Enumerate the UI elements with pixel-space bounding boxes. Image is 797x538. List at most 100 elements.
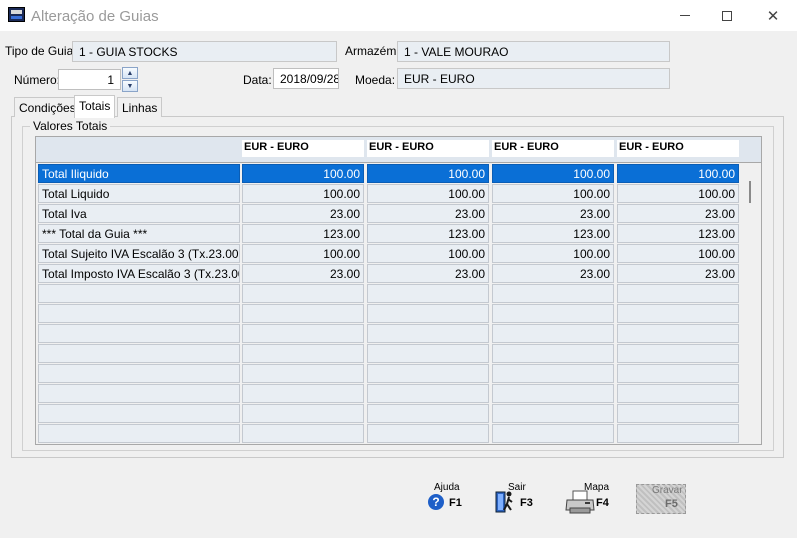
value-cell[interactable] (492, 284, 614, 303)
value-cell[interactable] (367, 324, 489, 343)
value-cell[interactable]: 123.00 (242, 224, 364, 243)
row-label-cell[interactable]: Total Iliquido (38, 164, 240, 183)
minimize-button[interactable] (662, 0, 708, 31)
value-cell[interactable] (242, 364, 364, 383)
tab-linhas[interactable]: Linhas (117, 97, 163, 117)
value-cell[interactable] (492, 364, 614, 383)
tipo-guia-field[interactable]: 1 - GUIA STOCKS (72, 41, 337, 62)
row-label-cell[interactable] (38, 344, 240, 363)
value-cell[interactable]: 23.00 (367, 204, 489, 223)
value-cell[interactable] (617, 384, 739, 403)
value-cell[interactable]: 23.00 (617, 264, 739, 283)
value-cell[interactable] (242, 404, 364, 423)
row-label-cell[interactable] (38, 364, 240, 383)
value-cell[interactable]: 23.00 (242, 264, 364, 283)
row-label-cell[interactable] (38, 424, 240, 443)
value-cell[interactable] (617, 284, 739, 303)
value-cell[interactable] (492, 304, 614, 323)
close-button[interactable]: ✕ (750, 0, 796, 31)
table-row[interactable]: Total Imposto IVA Escalão 3 (Tx.23.00%) 2… (36, 264, 761, 284)
empty-table-row[interactable] (36, 324, 761, 344)
tab-totais[interactable]: Totais (74, 95, 116, 118)
numero-stepper[interactable]: ▲ ▼ (122, 67, 138, 92)
scrollbar-thumb[interactable] (749, 181, 751, 203)
value-cell[interactable] (492, 344, 614, 363)
value-cell[interactable]: 123.00 (367, 224, 489, 243)
totais-grid[interactable]: EUR - EURO EUR - EURO EUR - EURO EUR - E… (35, 136, 762, 445)
numero-field[interactable]: 1 (58, 69, 121, 90)
value-cell[interactable]: 100.00 (492, 164, 614, 183)
value-cell[interactable] (617, 424, 739, 443)
map-button[interactable]: Mapa F4 (565, 482, 617, 516)
maximize-button[interactable] (704, 0, 750, 31)
value-cell[interactable] (367, 304, 489, 323)
value-cell[interactable]: 23.00 (617, 204, 739, 223)
value-cell[interactable] (367, 284, 489, 303)
value-cell[interactable]: 100.00 (242, 244, 364, 263)
value-cell[interactable] (242, 344, 364, 363)
value-cell[interactable]: 100.00 (367, 184, 489, 203)
value-cell[interactable] (492, 324, 614, 343)
value-cell[interactable]: 123.00 (492, 224, 614, 243)
value-cell[interactable] (242, 384, 364, 403)
value-cell[interactable] (492, 384, 614, 403)
value-cell[interactable]: 100.00 (617, 184, 739, 203)
value-cell[interactable] (242, 424, 364, 443)
row-label-cell[interactable] (38, 404, 240, 423)
empty-table-row[interactable] (36, 424, 761, 444)
value-cell[interactable]: 100.00 (242, 164, 364, 183)
value-cell[interactable] (617, 364, 739, 383)
tab-condicoes[interactable]: Condições (14, 97, 81, 117)
empty-table-row[interactable] (36, 284, 761, 304)
row-label-cell[interactable]: *** Total da Guia *** (38, 224, 240, 243)
value-cell[interactable] (617, 404, 739, 423)
row-label-cell[interactable] (38, 384, 240, 403)
value-cell[interactable] (242, 304, 364, 323)
data-field[interactable]: 2018/09/28 (273, 68, 339, 89)
empty-table-row[interactable] (36, 404, 761, 424)
value-cell[interactable] (242, 284, 364, 303)
value-cell[interactable] (617, 344, 739, 363)
value-cell[interactable]: 23.00 (492, 204, 614, 223)
value-cell[interactable]: 100.00 (492, 184, 614, 203)
value-cell[interactable] (367, 424, 489, 443)
empty-table-row[interactable] (36, 344, 761, 364)
value-cell[interactable]: 123.00 (617, 224, 739, 243)
row-label-cell[interactable] (38, 324, 240, 343)
row-label-cell[interactable] (38, 304, 240, 323)
stepper-up-icon[interactable]: ▲ (122, 67, 138, 79)
value-cell[interactable]: 100.00 (242, 184, 364, 203)
value-cell[interactable] (367, 384, 489, 403)
value-cell[interactable] (492, 404, 614, 423)
value-cell[interactable] (367, 344, 489, 363)
vertical-scrollbar[interactable] (741, 163, 761, 444)
value-cell[interactable]: 100.00 (367, 244, 489, 263)
value-cell[interactable] (492, 424, 614, 443)
row-label-cell[interactable] (38, 284, 240, 303)
empty-table-row[interactable] (36, 384, 761, 404)
value-cell[interactable]: 100.00 (367, 164, 489, 183)
stepper-down-icon[interactable]: ▼ (122, 80, 138, 92)
help-button[interactable]: Ajuda ? F1 (428, 482, 480, 516)
value-cell[interactable]: 23.00 (492, 264, 614, 283)
value-cell[interactable] (367, 364, 489, 383)
row-label-cell[interactable]: Total Imposto IVA Escalão 3 (Tx.23.00%) (38, 264, 240, 283)
value-cell[interactable] (617, 324, 739, 343)
value-cell[interactable] (367, 404, 489, 423)
value-cell[interactable]: 23.00 (367, 264, 489, 283)
table-row[interactable]: Total Liquido 100.00 100.00 100.00 100.00 (36, 184, 761, 204)
armazem-field[interactable]: 1 - VALE MOURAO (397, 41, 670, 62)
value-cell[interactable]: 100.00 (617, 244, 739, 263)
row-label-cell[interactable]: Total Sujeito IVA Escalão 3 (Tx.23.00%) (38, 244, 240, 263)
value-cell[interactable] (242, 324, 364, 343)
value-cell[interactable] (617, 304, 739, 323)
table-row[interactable]: *** Total da Guia *** 123.00 123.00 123.00 1… (36, 224, 761, 244)
row-label-cell[interactable]: Total Iva (38, 204, 240, 223)
empty-table-row[interactable] (36, 304, 761, 324)
row-label-cell[interactable]: Total Liquido (38, 184, 240, 203)
value-cell[interactable]: 100.00 (617, 164, 739, 183)
exit-button[interactable]: Sair F3 (495, 482, 547, 516)
value-cell[interactable]: 100.00 (492, 244, 614, 263)
table-row[interactable]: Total Iva 23.00 23.00 23.00 23.00 (36, 204, 761, 224)
table-row[interactable]: Total Sujeito IVA Escalão 3 (Tx.23.00%) 1… (36, 244, 761, 264)
